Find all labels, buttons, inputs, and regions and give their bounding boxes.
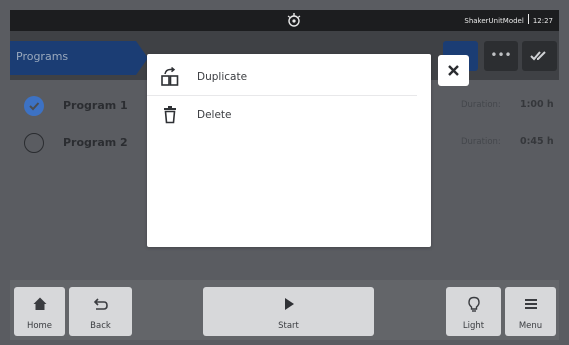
programs-breadcrumb[interactable]: Programs bbox=[10, 41, 148, 75]
trash-icon bbox=[164, 106, 176, 124]
light-label: Light bbox=[462, 321, 485, 331]
menu-button[interactable]: Menu bbox=[505, 287, 556, 336]
delete-menu-item[interactable]: Delete bbox=[147, 96, 431, 133]
menu-label: Menu bbox=[518, 321, 543, 331]
status-separator bbox=[527, 14, 529, 24]
close-popup-button[interactable] bbox=[438, 55, 469, 86]
device-model-label: ShakerUnitModel bbox=[464, 17, 524, 25]
duplicate-label: Duplicate bbox=[197, 71, 248, 83]
status-right: ShakerUnitModel 12:27 bbox=[464, 14, 553, 28]
clock-label: 12:27 bbox=[532, 17, 553, 25]
start-label: Start bbox=[278, 321, 299, 331]
program-name: Program 2 bbox=[63, 136, 128, 149]
select-all-button[interactable] bbox=[522, 41, 557, 71]
more-icon: ••• bbox=[490, 48, 512, 62]
lightbulb-icon bbox=[467, 296, 480, 312]
duration-value: 1:00 h bbox=[520, 99, 554, 110]
more-options-button[interactable]: ••• bbox=[484, 41, 518, 71]
page-title: Programs bbox=[16, 50, 69, 63]
home-button[interactable]: Home bbox=[14, 287, 65, 336]
back-arrow-icon bbox=[93, 298, 108, 310]
play-icon bbox=[284, 298, 294, 310]
light-button[interactable]: Light bbox=[446, 287, 501, 336]
context-menu-popup: Duplicate Delete bbox=[147, 54, 431, 247]
start-button[interactable]: Start bbox=[203, 287, 374, 336]
duplicate-menu-item[interactable]: Duplicate bbox=[147, 58, 431, 95]
status-bar: ShakerUnitModel 12:27 bbox=[10, 10, 559, 31]
device-screen: ShakerUnitModel 12:27 Programs ••• Progr… bbox=[0, 0, 569, 345]
home-icon bbox=[33, 297, 46, 310]
duration-value: 0:45 h bbox=[520, 136, 554, 147]
double-check-icon bbox=[530, 51, 546, 61]
home-label: Home bbox=[26, 321, 53, 331]
hamburger-icon bbox=[524, 299, 537, 309]
radio-checked[interactable] bbox=[24, 96, 44, 116]
duplicate-icon bbox=[161, 67, 179, 86]
shaker-status-icon bbox=[287, 13, 301, 27]
bottom-navigation: Home Back Start Light Menu bbox=[10, 280, 559, 340]
duration-label: Duration: bbox=[461, 100, 501, 110]
duration-label: Duration: bbox=[461, 137, 501, 147]
delete-label: Delete bbox=[197, 109, 232, 121]
radio-unchecked[interactable] bbox=[24, 133, 44, 153]
back-button[interactable]: Back bbox=[69, 287, 132, 336]
program-name: Program 1 bbox=[63, 99, 128, 112]
check-icon bbox=[29, 102, 40, 111]
close-icon bbox=[448, 65, 459, 76]
back-label: Back bbox=[90, 321, 111, 331]
